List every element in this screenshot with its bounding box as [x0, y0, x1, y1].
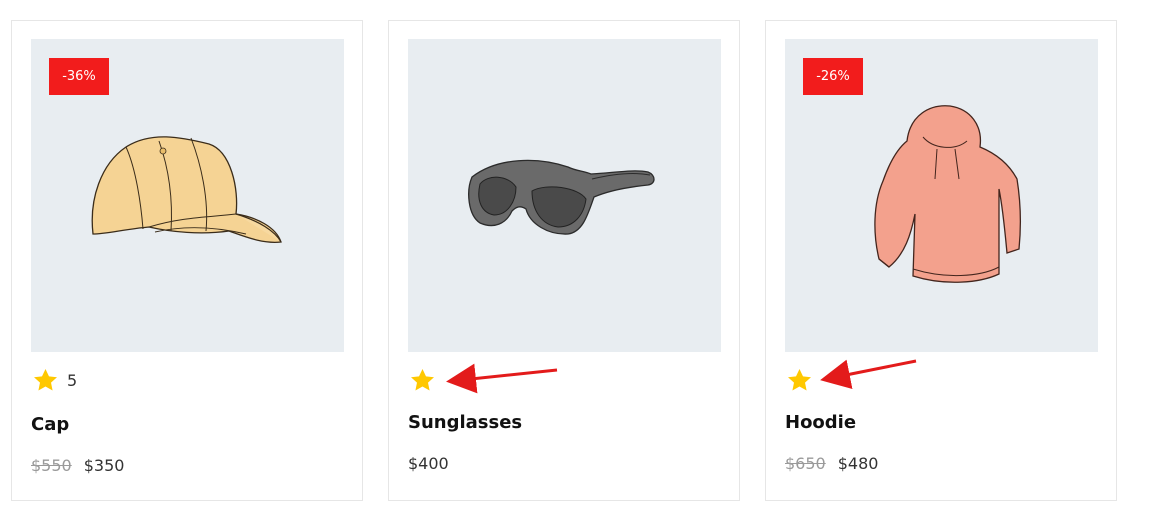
- discount-badge: -36%: [49, 58, 109, 95]
- product-card-cap[interactable]: -36% 5 Cap $550 $350: [11, 20, 363, 501]
- product-grid: -36% 5 Cap $550 $350 Sunglasses $400 -26…: [0, 0, 1163, 526]
- star-icon: [34, 368, 57, 391]
- star-icon: [788, 368, 811, 391]
- product-image-sunglasses[interactable]: [408, 39, 721, 352]
- discount-badge: -26%: [803, 58, 863, 95]
- price-block: $650 $480: [785, 454, 878, 473]
- product-title[interactable]: Hoodie: [785, 412, 856, 433]
- product-image-cap[interactable]: -36%: [31, 39, 344, 352]
- price-block: $550 $350: [31, 456, 124, 475]
- old-price: $550: [31, 456, 72, 475]
- sunglasses-illustration-icon: [468, 159, 655, 235]
- current-price: $350: [83, 456, 125, 475]
- product-card-hoodie[interactable]: -26% Hoodie $650 $480: [765, 20, 1117, 501]
- rating-count: 5: [67, 370, 78, 390]
- old-price: $650: [785, 454, 826, 473]
- current-price: $400: [408, 454, 449, 473]
- star-icon: [411, 368, 434, 391]
- rating: [786, 367, 813, 393]
- rating: 5: [32, 367, 77, 393]
- current-price: $480: [837, 454, 879, 473]
- product-title[interactable]: Cap: [31, 414, 69, 435]
- rating: [409, 367, 436, 393]
- price-block: $400: [408, 454, 449, 473]
- product-image-hoodie[interactable]: -26%: [785, 39, 1098, 352]
- product-card-sunglasses[interactable]: Sunglasses $400: [388, 20, 740, 501]
- product-title[interactable]: Sunglasses: [408, 412, 522, 433]
